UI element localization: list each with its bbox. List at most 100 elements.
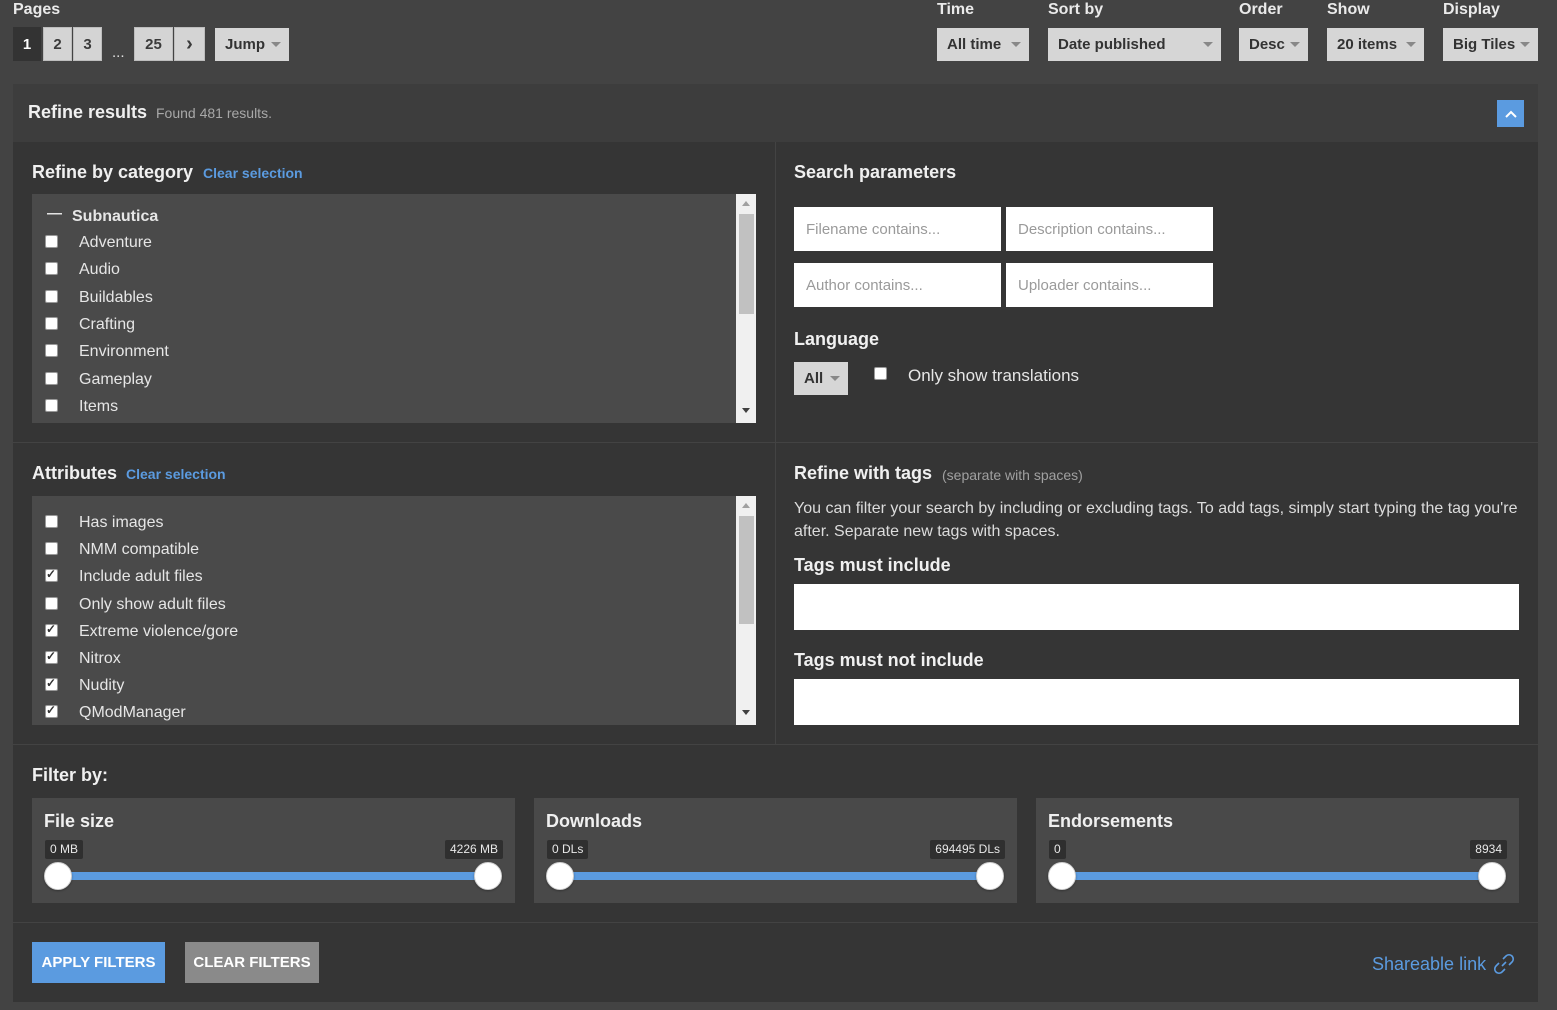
list-item-label: Extreme violence/gore	[79, 622, 239, 640]
slider-title: File size	[44, 811, 115, 831]
category-panel: Refine by category Clear selection — Sub…	[13, 142, 775, 442]
translations-label: Only show translations	[908, 366, 1080, 385]
slider-max-handle[interactable]	[474, 862, 502, 890]
list-item-checkbox[interactable]	[45, 622, 58, 637]
list-item-checkbox[interactable]	[45, 676, 58, 692]
tags-exclude-input[interactable]	[794, 679, 1519, 725]
scroll-down-icon[interactable]	[742, 408, 750, 413]
clear-filters-button[interactable]: CLEAR FILTERS	[185, 942, 319, 983]
list-item-checkbox[interactable]	[45, 567, 58, 583]
list-item-checkbox[interactable]	[45, 596, 58, 610]
chevron-right-icon: ›	[186, 32, 193, 55]
scroll-thumb[interactable]	[739, 214, 754, 314]
list-item-checkbox[interactable]	[45, 316, 58, 330]
search-title: Search parameters	[794, 162, 957, 182]
list-item-checkbox[interactable]	[45, 515, 58, 528]
collapse-button[interactable]	[1497, 100, 1524, 127]
time-value: All time	[947, 36, 1002, 53]
time-label: Time	[937, 1, 975, 18]
show-value: 20 items	[1337, 36, 1398, 53]
scroll-thumb[interactable]	[739, 516, 754, 624]
list-item-label: Items	[79, 397, 119, 415]
order-label: Order	[1239, 1, 1283, 18]
tags-hint: (separate with spaces)	[942, 467, 1083, 483]
slider-track	[58, 872, 489, 880]
list-item-checkbox[interactable]	[45, 289, 58, 303]
list-item-checkbox[interactable]	[45, 542, 58, 556]
attributes-clear-link[interactable]: Clear selection	[126, 466, 226, 482]
slider-min-handle[interactable]	[546, 862, 574, 890]
order-value: Desc	[1249, 36, 1285, 53]
language-value: All	[804, 370, 824, 387]
sort-value: Date published	[1058, 36, 1166, 53]
filter-title: Filter by:	[32, 765, 109, 785]
filesize-slider: File size 0 MB 4226 MB	[32, 798, 515, 903]
list-item-label: Audio	[79, 261, 120, 279]
search-panel: Search parameters Language All Only show…	[776, 142, 1538, 442]
slider-max-value: 4226 MB	[444, 840, 503, 859]
jump-label: Jump	[225, 36, 266, 53]
list-item-label: Environment	[79, 343, 169, 361]
display-label: Display	[1443, 1, 1500, 18]
category-clear-link[interactable]: Clear selection	[203, 165, 303, 181]
list-item-checkbox[interactable]	[45, 344, 58, 358]
slider-max-handle[interactable]	[1478, 862, 1506, 890]
page-3-button[interactable]: 3	[73, 27, 102, 61]
slider-max-value: 8934	[1470, 840, 1507, 859]
page-1-button[interactable]: 1	[13, 27, 41, 61]
refine-header: Refine results Found 481 results.	[13, 84, 1538, 142]
collapse-group-icon[interactable]: —	[47, 205, 62, 222]
slider-track	[1062, 872, 1493, 880]
category-listbox[interactable]: — Subnautica Adventure Audio Buildables Cra…	[32, 194, 756, 423]
list-item-checkbox[interactable]	[45, 398, 58, 412]
sort-dropdown[interactable]: Date published	[1048, 28, 1221, 61]
list-item-checkbox[interactable]	[45, 262, 58, 276]
tags-include-input[interactable]	[794, 584, 1519, 630]
translations-checkbox[interactable]	[874, 367, 887, 380]
next-page-button[interactable]: ›	[174, 27, 205, 61]
shareable-link-label: Shareable link	[1372, 953, 1487, 974]
list-item-label: Gameplay	[79, 370, 152, 388]
language-dropdown[interactable]: All	[794, 362, 848, 395]
slider-min-handle[interactable]	[44, 862, 72, 890]
endorsements-slider: Endorsements 0 8934	[1036, 798, 1519, 903]
tags-panel: Refine with tags (separate with spaces) …	[776, 443, 1538, 744]
shareable-link[interactable]: Shareable link	[1372, 952, 1516, 976]
list-item-checkbox[interactable]	[45, 235, 58, 248]
caret-down-icon	[1520, 42, 1530, 47]
page-last-button[interactable]: 25	[134, 27, 173, 61]
pages-ellipsis: ...	[112, 44, 125, 61]
slider-max-handle[interactable]	[976, 862, 1004, 890]
list-item-label: Nudity	[79, 677, 125, 695]
category-scrollbar[interactable]	[736, 194, 756, 423]
tags-exclude-label: Tags must not include	[794, 650, 984, 670]
attributes-listbox[interactable]: Has images NMM compatible Include adult fi…	[32, 496, 756, 725]
scroll-up-icon[interactable]	[742, 503, 750, 508]
caret-down-icon	[1290, 42, 1300, 47]
list-item-checkbox[interactable]	[45, 649, 58, 664]
slider-min-handle[interactable]	[1048, 862, 1076, 890]
refine-title: Refine results	[28, 102, 148, 122]
caret-down-icon	[830, 376, 840, 381]
slider-min-value: 0 MB	[45, 840, 84, 859]
filename-input[interactable]	[794, 207, 1001, 251]
tags-description: You can filter your search by including …	[794, 500, 1518, 540]
author-input[interactable]	[794, 263, 1001, 307]
description-input[interactable]	[1006, 207, 1213, 251]
apply-filters-button[interactable]: APPLY FILTERS	[32, 942, 165, 983]
uploader-input[interactable]	[1006, 263, 1213, 307]
jump-dropdown[interactable]: Jump	[215, 28, 289, 61]
page-2-button[interactable]: 2	[43, 27, 72, 61]
list-item-checkbox[interactable]	[45, 371, 58, 385]
list-item-label: Adventure	[79, 234, 152, 251]
time-dropdown[interactable]: All time	[937, 28, 1029, 61]
scroll-up-icon[interactable]	[742, 201, 750, 206]
scroll-down-icon[interactable]	[742, 710, 750, 715]
attributes-scrollbar[interactable]	[736, 496, 756, 725]
display-dropdown[interactable]: Big Tiles	[1443, 28, 1538, 61]
downloads-slider: Downloads 0 DLs 694495 DLs	[534, 798, 1017, 903]
show-dropdown[interactable]: 20 items	[1327, 28, 1424, 61]
list-item-checkbox[interactable]	[45, 703, 58, 719]
list-item-label: Include adult files	[79, 568, 203, 586]
order-dropdown[interactable]: Desc	[1239, 28, 1308, 61]
